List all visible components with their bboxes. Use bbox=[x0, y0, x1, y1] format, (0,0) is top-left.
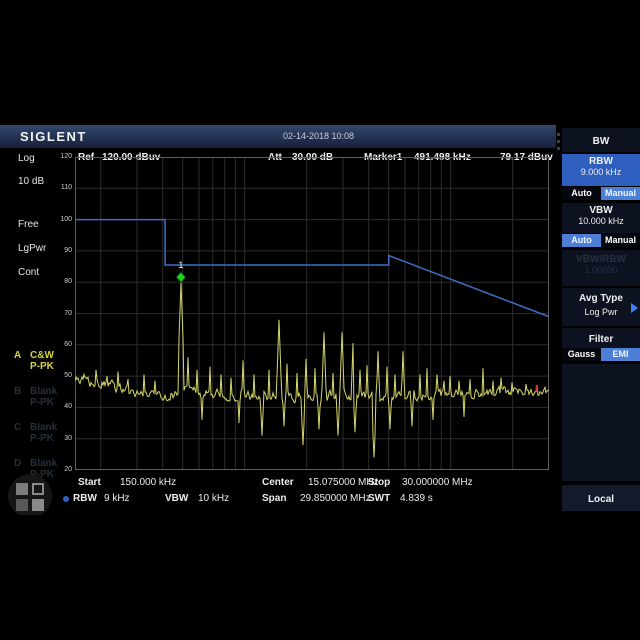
stop-label: Stop bbox=[368, 477, 390, 488]
softkey-vbw-rbw-ratio: VBW/RBW 1.00000 bbox=[562, 250, 640, 286]
analyzer-screen: SIGLENT 02-14-2018 10:08 Ref 120.00 dBuv… bbox=[0, 125, 640, 515]
start-value: 150.000 kHz bbox=[120, 477, 176, 488]
y-tick-30: 30 bbox=[0, 435, 72, 442]
sweep-label: Cont bbox=[18, 267, 39, 278]
submenu-arrow-icon bbox=[631, 303, 638, 313]
menu-filler bbox=[562, 364, 640, 481]
y-tick-80: 80 bbox=[0, 278, 72, 285]
vbw-label: VBW bbox=[165, 493, 188, 504]
center-label: Center bbox=[262, 477, 294, 488]
marker-1-label: 1 bbox=[178, 260, 183, 270]
vbw-manual-option[interactable]: Manual bbox=[601, 234, 640, 247]
vbw-auto-option[interactable]: Auto bbox=[562, 234, 601, 247]
rbw-label: RBW bbox=[73, 493, 97, 504]
touch-menu-icon[interactable] bbox=[8, 474, 52, 515]
marker-1-diamond[interactable] bbox=[176, 272, 185, 282]
menu-title: BW bbox=[562, 128, 640, 152]
softkey-rbw[interactable]: RBW 9.000 kHz bbox=[562, 154, 640, 186]
y-tick-40: 40 bbox=[0, 403, 72, 410]
softkey-vbw[interactable]: VBW 10.000 kHz bbox=[562, 203, 640, 233]
stop-value: 30.000000 MHz bbox=[402, 477, 473, 488]
swt-value: 4.839 s bbox=[400, 493, 433, 504]
swt-label: SWT bbox=[368, 493, 390, 504]
rbw-value: 9 kHz bbox=[104, 493, 130, 504]
datetime: 02-14-2018 10:08 bbox=[283, 131, 354, 141]
start-label: Start bbox=[78, 477, 101, 488]
top-bar: SIGLENT 02-14-2018 10:08 bbox=[0, 125, 556, 148]
filter-emi-option[interactable]: EMI bbox=[601, 348, 640, 361]
spectrum-plot: 1 bbox=[75, 157, 549, 470]
rbw-coupled-dot bbox=[63, 496, 69, 502]
siglent-logo: SIGLENT bbox=[20, 129, 87, 144]
y-tick-90: 90 bbox=[0, 247, 72, 254]
filter-gauss-option[interactable]: Gauss bbox=[562, 348, 601, 361]
rbw-auto-option[interactable]: Auto bbox=[562, 187, 601, 200]
filter-toggle[interactable]: Gauss EMI bbox=[562, 348, 640, 361]
trace-status-a: AC&WP-PK bbox=[14, 350, 54, 372]
local-button[interactable]: Local bbox=[562, 485, 640, 511]
y-tick-20: 20 bbox=[0, 466, 72, 473]
softkey-filter[interactable]: Filter bbox=[562, 328, 640, 348]
y-tick-100: 100 bbox=[0, 216, 72, 223]
y-tick-70: 70 bbox=[0, 310, 72, 317]
y-tick-50: 50 bbox=[0, 372, 72, 379]
rbw-manual-option[interactable]: Manual bbox=[601, 187, 640, 200]
span-label: Span bbox=[262, 493, 286, 504]
softkey-avg-type[interactable]: Avg Type Log Pwr bbox=[562, 288, 640, 326]
vbw-auto-manual-toggle[interactable]: Auto Manual bbox=[562, 234, 640, 247]
vbw-value: 10 kHz bbox=[198, 493, 229, 504]
softkey-menu: BW RBW 9.000 kHz Auto Manual VBW 10.000 … bbox=[556, 125, 640, 515]
y-tick-120: 120 bbox=[0, 153, 72, 160]
y-tick-110: 110 bbox=[0, 184, 72, 191]
y-tick-60: 60 bbox=[0, 341, 72, 348]
rbw-auto-manual-toggle[interactable]: Auto Manual bbox=[562, 187, 640, 200]
span-value: 29.850000 MHz bbox=[300, 493, 371, 504]
